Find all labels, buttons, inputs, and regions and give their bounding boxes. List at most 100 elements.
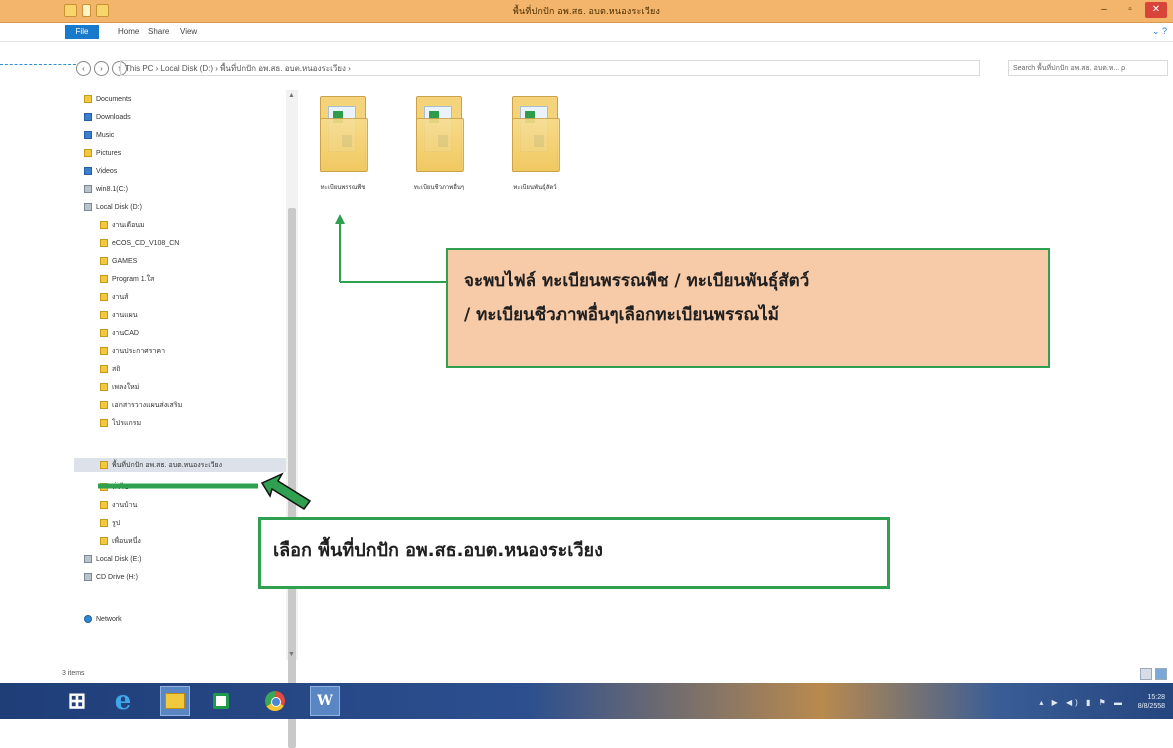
drive-icon: [84, 555, 92, 563]
folder-icon: [100, 275, 108, 283]
nav-subfolder[interactable]: งานCAD: [100, 326, 139, 340]
folder-icon: [100, 239, 108, 247]
folder-icon: [100, 221, 108, 229]
downloads-icon: [84, 113, 92, 121]
music-icon: [84, 131, 92, 139]
nav-subfolder-selected[interactable]: พื้นที่ปกปัก อพ.สธ. อบต.หนองระเวียง: [74, 458, 292, 472]
nav-subfolder[interactable]: งานเดือนม: [100, 218, 145, 232]
folder-icon: [100, 401, 108, 409]
green-app-icon[interactable]: [206, 686, 236, 716]
ribbon: File Home Share View ⌄ ?: [0, 23, 1173, 42]
folder-label: ทะเบียนพันธุ์สัตว์: [513, 185, 557, 191]
network-icon: [84, 615, 92, 623]
folder-pointer-arrowhead-icon: [335, 214, 345, 224]
file-explorer-icon[interactable]: [160, 686, 190, 716]
instruction-callout-select: เลือก พื้นที่ปกปัก อพ.สธ.อบต.หนองระเวียง: [258, 517, 890, 589]
word-icon[interactable]: W: [310, 686, 340, 716]
tray-icons[interactable]: ▴ ▶ ◀) ▮ ⚑ ▬: [1039, 698, 1125, 707]
callout-text: เลือก พื้นที่ปกปัก อพ.สธ.อบต.หนองระเวียง: [273, 540, 603, 561]
folder-icon: [100, 501, 108, 509]
back-icon[interactable]: ‹: [76, 61, 91, 76]
documents-icon: [84, 95, 92, 103]
nav-subfolder[interactable]: eCOS_CD_V108_CN: [100, 236, 179, 250]
forward-icon[interactable]: ›: [94, 61, 109, 76]
folder-item[interactable]: ทะเบียนพันธุ์สัตว์: [500, 96, 570, 192]
folder-icon: [100, 519, 108, 527]
nav-subfolder[interactable]: GAMES: [100, 254, 137, 268]
scrollbar-thumb[interactable]: [288, 208, 296, 748]
folder-icon: [416, 96, 464, 172]
minimize-button[interactable]: –: [1093, 2, 1115, 18]
nav-subfolder[interactable]: Program 1.ใส: [100, 272, 154, 286]
address-row: ‹ › ↑ This PC › Local Disk (D:) › พื้นที…: [0, 58, 1173, 80]
folder-icon: [512, 96, 560, 172]
pictures-icon: [84, 149, 92, 157]
status-bar: 3 items: [0, 668, 1173, 682]
folder-icon: [100, 311, 108, 319]
nav-item-videos[interactable]: Videos: [84, 164, 117, 178]
instruction-callout-files: จะพบไฟล์ ทะเบียนพรรณพืช / ทะเบียนพันธุ์ส…: [446, 248, 1050, 368]
nav-subfolder[interactable]: โปรแกรม: [100, 416, 141, 430]
folder-label: ทะเบียนชีวภาพอื่นๆ: [413, 185, 465, 191]
folder-icon: [100, 365, 108, 373]
nav-subfolder[interactable]: งานประกาศราคา: [100, 344, 165, 358]
nav-item-drive-d[interactable]: Local Disk (D:): [84, 200, 142, 214]
nav-item-documents[interactable]: Documents: [84, 92, 131, 106]
nav-item-music[interactable]: Music: [84, 128, 114, 142]
folder-icon: [100, 293, 108, 301]
videos-icon: [84, 167, 92, 175]
nav-item-network[interactable]: Network: [84, 612, 122, 626]
nav-item-pictures[interactable]: Pictures: [84, 146, 121, 160]
nav-subfolder[interactable]: งานแผน: [100, 308, 138, 322]
nav-subfolder[interactable]: เอกสารวางแผนส่งเสริม: [100, 398, 182, 412]
tab-share[interactable]: Share: [148, 27, 169, 36]
folder-icon: [100, 257, 108, 265]
callout-line: / ทะเบียนชีวภาพอื่นๆเลือกทะเบียนพรรณไม้: [464, 305, 779, 325]
nav-subfolder[interactable]: เพลงใหม่: [100, 380, 139, 394]
nav-subfolder[interactable]: เพื่อนหนึ่ง: [100, 534, 141, 548]
chrome-icon[interactable]: [260, 686, 290, 716]
close-button[interactable]: ✕: [1145, 2, 1167, 18]
cd-drive-icon: [84, 573, 92, 581]
callout-line: จะพบไฟล์ ทะเบียนพรรณพืช / ทะเบียนพันธุ์ส…: [464, 271, 810, 291]
nav-item-drive-e[interactable]: Local Disk (E:): [84, 552, 142, 566]
folder-item[interactable]: ทะเบียนพรรณพืช: [308, 96, 378, 192]
search-input[interactable]: Search พื้นที่ปกปัก อพ.สธ. อบต.ห... ρ: [1008, 60, 1168, 76]
tab-view[interactable]: View: [180, 27, 197, 36]
nav-item-downloads[interactable]: Downloads: [84, 110, 131, 124]
folder-icon: [100, 483, 108, 491]
nav-subfolder[interactable]: รูป: [100, 516, 120, 530]
maximize-button[interactable]: ▫: [1119, 2, 1141, 18]
drive-icon: [84, 203, 92, 211]
address-bar[interactable]: This PC › Local Disk (D:) › พื้นที่ปกปัก…: [120, 60, 980, 76]
tab-file[interactable]: File: [65, 25, 99, 39]
folder-label: ทะเบียนพรรณพืช: [320, 185, 366, 191]
nav-item-cd-drive[interactable]: CD Drive (H:): [84, 570, 138, 584]
drive-icon: [84, 185, 92, 193]
folder-icon: [100, 419, 108, 427]
scroll-down-icon[interactable]: ▼: [288, 651, 295, 658]
nav-subfolder[interactable]: สถิ: [100, 362, 121, 376]
item-count: 3 items: [62, 670, 85, 677]
folder-icon: [100, 347, 108, 355]
internet-explorer-icon[interactable]: e: [108, 686, 138, 716]
tab-home[interactable]: Home: [118, 27, 139, 36]
window-title: พื้นที่ปกปัก อพ.สธ. อบต.หนองระเวียง: [512, 6, 661, 16]
details-view-icon[interactable]: [1140, 668, 1152, 680]
folder-item[interactable]: ทะเบียนชีวภาพอื่นๆ: [404, 96, 474, 192]
help-icon[interactable]: ⌄ ?: [1152, 26, 1167, 37]
nav-subfolder[interactable]: งานส์: [100, 290, 128, 304]
nav-subfolder[interactable]: งานบ้าน: [100, 498, 137, 512]
nav-item-drive-c[interactable]: win8.1(C:): [84, 182, 128, 196]
scroll-up-icon[interactable]: ▲: [288, 92, 295, 99]
folder-icon: [100, 537, 108, 545]
large-icons-view-icon[interactable]: [1155, 668, 1167, 680]
system-clock[interactable]: 15:28 8/8/2558: [1138, 693, 1165, 711]
folder-icon: [320, 96, 368, 172]
folder-icon: [100, 461, 108, 469]
nav-subfolder[interactable]: ทั่วไป: [100, 480, 129, 494]
folder-icon: [100, 383, 108, 391]
folder-icon: [100, 329, 108, 337]
windows-start-icon[interactable]: ⊞: [62, 686, 92, 716]
taskbar: ⊞ e W ▴ ▶ ◀) ▮ ⚑ ▬ 15:28 8/8/2558: [0, 683, 1173, 719]
